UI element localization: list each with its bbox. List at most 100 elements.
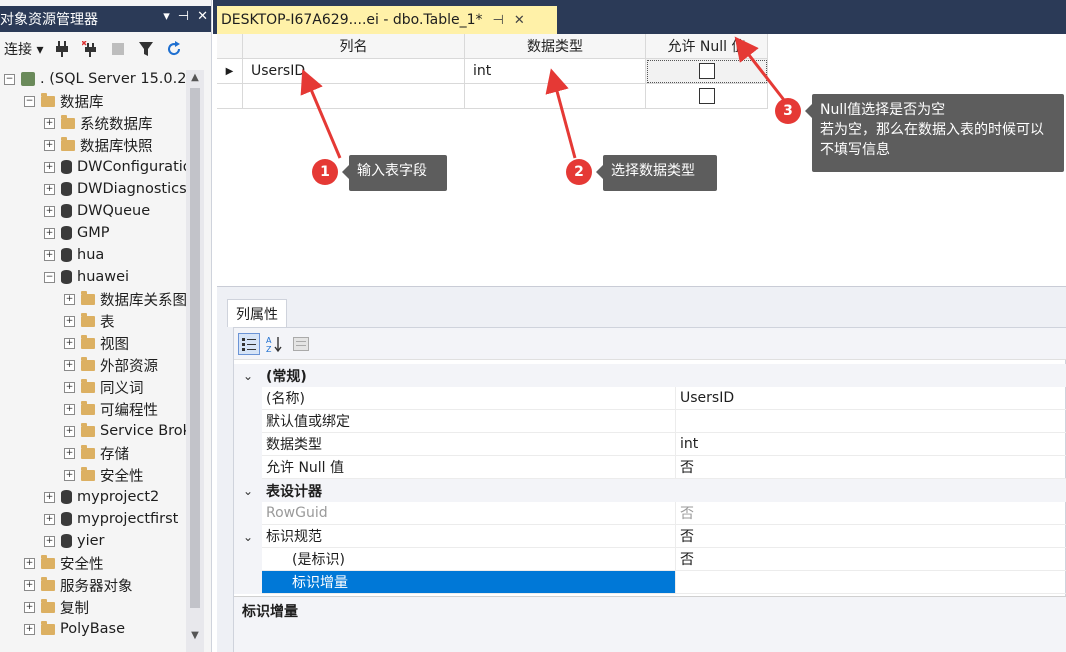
pin-icon[interactable]: ⊣	[178, 9, 189, 24]
collapse-chevron-icon[interactable]: ⌄	[234, 364, 262, 387]
tree-node[interactable]: + Service Broker	[64, 420, 204, 442]
tree-node[interactable]: + 服务器对象	[24, 574, 133, 596]
property-value[interactable]: 否	[675, 456, 1066, 479]
property-row[interactable]: 标识增量	[234, 571, 1066, 594]
expand-icon[interactable]: +	[64, 315, 75, 327]
tree-node[interactable]: + 安全性	[64, 464, 144, 486]
tree-node[interactable]: + DWQueue	[44, 200, 150, 222]
refresh-icon[interactable]	[165, 40, 183, 58]
tree-node[interactable]: + 同义词	[64, 376, 144, 398]
expand-icon[interactable]: +	[44, 139, 55, 151]
property-row[interactable]: (是标识) 否	[234, 548, 1066, 571]
tree-node[interactable]: − . (SQL Server 15.0.20	[4, 68, 196, 90]
collapse-chevron-icon[interactable]: ⌄	[234, 525, 262, 548]
tree-node[interactable]: + 系统数据库	[44, 112, 153, 134]
expand-icon[interactable]: +	[64, 337, 75, 349]
row-header[interactable]	[217, 84, 243, 109]
table-designer-tab[interactable]: DESKTOP-I67A629....ei - dbo.Table_1* ⊣ ✕	[217, 6, 557, 34]
scroll-thumb[interactable]	[190, 88, 200, 608]
tree-node[interactable]: + GMP	[44, 222, 110, 244]
expand-icon[interactable]: +	[64, 293, 75, 305]
data-type-cell[interactable]: int	[465, 59, 646, 84]
categorized-view-icon[interactable]	[238, 332, 260, 355]
tree-node[interactable]: + hua	[44, 244, 104, 266]
tree-node[interactable]: + 复制	[24, 596, 89, 618]
close-icon[interactable]: ✕	[197, 9, 208, 24]
expand-icon[interactable]: +	[64, 447, 75, 459]
disconnect-icon[interactable]	[81, 40, 99, 58]
expand-icon[interactable]: +	[64, 403, 75, 415]
tree-node[interactable]: + 安全性	[24, 552, 104, 574]
tab-column-properties[interactable]: 列属性	[227, 299, 287, 327]
object-explorer-scrollbar[interactable]: ▲ ▼	[186, 70, 204, 652]
pin-icon[interactable]: ⊣	[493, 13, 504, 28]
allow-null-checkbox[interactable]	[698, 63, 715, 79]
expand-icon[interactable]: +	[64, 425, 75, 437]
tree-node[interactable]: + PolyBase	[24, 618, 125, 640]
property-value[interactable]: 否	[675, 502, 1066, 525]
tree-node[interactable]: + 数据库快照	[44, 134, 153, 156]
tree-node[interactable]: + 外部资源	[64, 354, 158, 376]
expand-icon[interactable]: +	[44, 535, 55, 547]
alphabetical-sort-icon[interactable]: AZ	[264, 333, 286, 355]
column-header-allow-null[interactable]: 允许 Null 值	[646, 34, 768, 59]
allow-null-checkbox[interactable]	[698, 88, 715, 104]
expand-icon[interactable]: +	[24, 557, 35, 569]
current-row-marker[interactable]: ▶	[217, 59, 243, 84]
close-icon[interactable]: ✕	[514, 13, 525, 28]
expand-icon[interactable]: +	[44, 161, 55, 173]
expand-icon[interactable]: +	[44, 183, 55, 195]
expand-icon[interactable]: +	[24, 579, 35, 591]
tree-node[interactable]: − huawei	[44, 266, 129, 288]
collapse-icon[interactable]: −	[4, 73, 15, 85]
expand-icon[interactable]: +	[24, 601, 35, 613]
expand-icon[interactable]: +	[64, 359, 75, 371]
column-name-cell[interactable]: UsersID	[243, 59, 465, 84]
tree-node[interactable]: + myprojectfirst	[44, 508, 178, 530]
tree-node[interactable]: + 数据库关系图	[64, 288, 187, 310]
expand-icon[interactable]: +	[44, 205, 55, 217]
collapse-icon[interactable]: −	[24, 95, 35, 107]
property-value[interactable]	[675, 571, 1066, 594]
tree-node[interactable]: − 数据库	[24, 90, 104, 112]
tree-node[interactable]: + DWDiagnostics	[44, 178, 187, 200]
property-row[interactable]: 允许 Null 值否	[234, 456, 1066, 479]
scroll-up-icon[interactable]: ▲	[186, 72, 204, 83]
tree-node[interactable]: + 可编程性	[64, 398, 158, 420]
collapse-chevron-icon[interactable]: ⌄	[234, 479, 262, 502]
expand-icon[interactable]: +	[64, 381, 75, 393]
data-type-cell[interactable]	[465, 84, 646, 109]
dropdown-icon[interactable]: ▾	[163, 9, 170, 24]
property-row[interactable]: ⌄ 标识规范否	[234, 525, 1066, 548]
property-row[interactable]: (名称) UsersID	[234, 387, 1066, 410]
scroll-down-icon[interactable]: ▼	[186, 630, 204, 641]
stop-icon[interactable]	[109, 40, 127, 58]
allow-null-cell[interactable]	[646, 59, 768, 84]
expand-icon[interactable]: +	[64, 469, 75, 481]
property-value[interactable]: 否	[675, 525, 1066, 548]
collapse-icon[interactable]: −	[44, 271, 55, 283]
expand-icon[interactable]: +	[24, 623, 35, 635]
column-header-name[interactable]: 列名	[243, 34, 465, 59]
property-category[interactable]: ⌄ (常规)	[234, 364, 1066, 387]
expand-icon[interactable]: +	[44, 249, 55, 261]
expand-icon[interactable]: +	[44, 227, 55, 239]
tree-node[interactable]: + 表	[64, 310, 115, 332]
property-pages-icon[interactable]	[290, 333, 312, 355]
allow-null-cell[interactable]	[646, 84, 768, 109]
tree-node[interactable]: + 视图	[64, 332, 129, 354]
tree-node[interactable]: + 存储	[64, 442, 129, 464]
tree-node[interactable]: + yier	[44, 530, 105, 552]
connect-button[interactable]: 连接 ▾	[4, 39, 43, 59]
tree-node[interactable]: + DWConfiguration	[44, 156, 201, 178]
property-row[interactable]: RowGuid 否	[234, 502, 1066, 525]
column-name-cell[interactable]	[243, 84, 465, 109]
expand-icon[interactable]: +	[44, 513, 55, 525]
property-value[interactable]: 否	[675, 548, 1066, 571]
property-row[interactable]: 数据类型 int	[234, 433, 1066, 456]
property-value[interactable]: int	[675, 433, 1066, 456]
plug-icon[interactable]	[53, 40, 71, 58]
tree-node[interactable]: + myproject2	[44, 486, 159, 508]
property-value[interactable]: UsersID	[675, 387, 1066, 410]
property-row[interactable]: 默认值或绑定	[234, 410, 1066, 433]
